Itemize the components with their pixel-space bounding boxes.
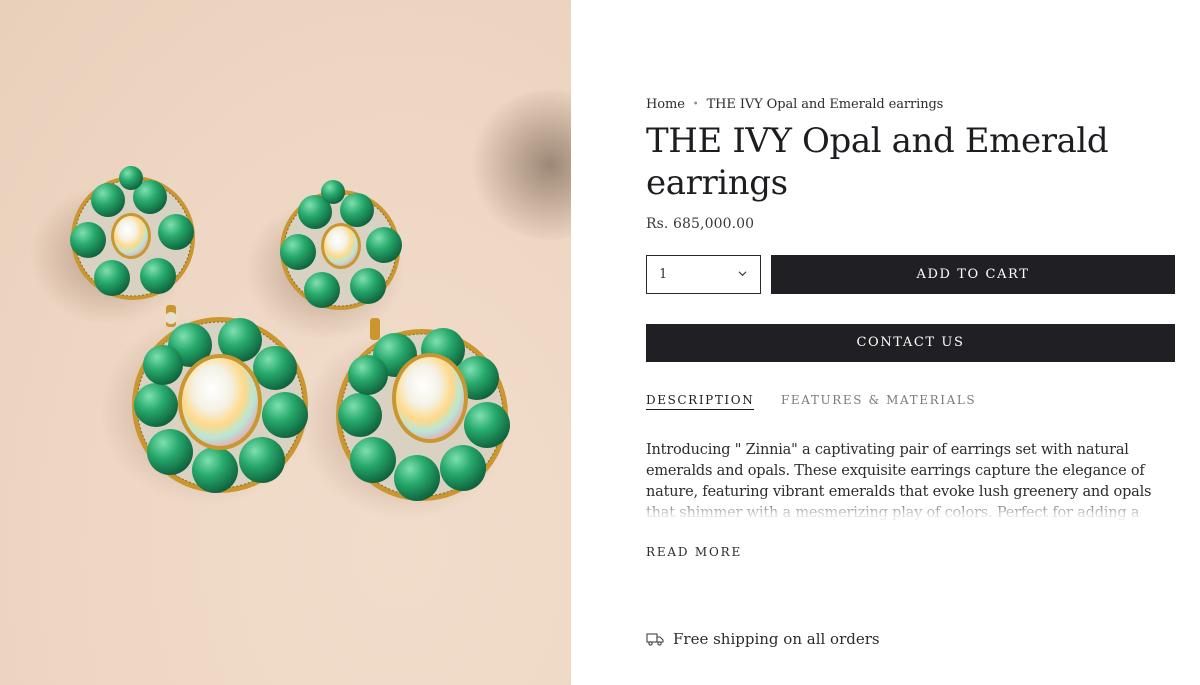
product-title: THE IVY Opal and Emerald earrings (646, 121, 1109, 203)
breadcrumb-current: THE IVY Opal and Emerald earrings (706, 97, 944, 112)
earrings-illustration (30, 166, 510, 520)
contact-us-button[interactable]: CONTACT US (646, 324, 1175, 362)
tab-description[interactable]: DESCRIPTION (646, 393, 755, 410)
quantity-value: 1 (659, 267, 668, 282)
chevron-down-icon (738, 271, 747, 277)
shipping-text: Free shipping on all orders (673, 630, 880, 648)
quantity-select[interactable]: 1 (646, 255, 761, 294)
breadcrumb: Home • THE IVY Opal and Emerald earrings (646, 97, 943, 112)
read-more-link[interactable]: READ MORE (646, 545, 742, 559)
product-image[interactable] (0, 0, 571, 685)
product-tabs: DESCRIPTION FEATURES & MATERIALS (646, 393, 1176, 413)
truck-icon (646, 633, 664, 646)
product-price: Rs. 685,000.00 (646, 216, 755, 232)
shipping-note: Free shipping on all orders (646, 630, 880, 648)
tab-features-materials[interactable]: FEATURES & MATERIALS (781, 393, 976, 407)
add-to-cart-button[interactable]: ADD TO CART (771, 255, 1175, 294)
description-fade (646, 496, 1156, 528)
breadcrumb-home-link[interactable]: Home (646, 97, 685, 112)
breadcrumb-separator: • (692, 99, 699, 110)
